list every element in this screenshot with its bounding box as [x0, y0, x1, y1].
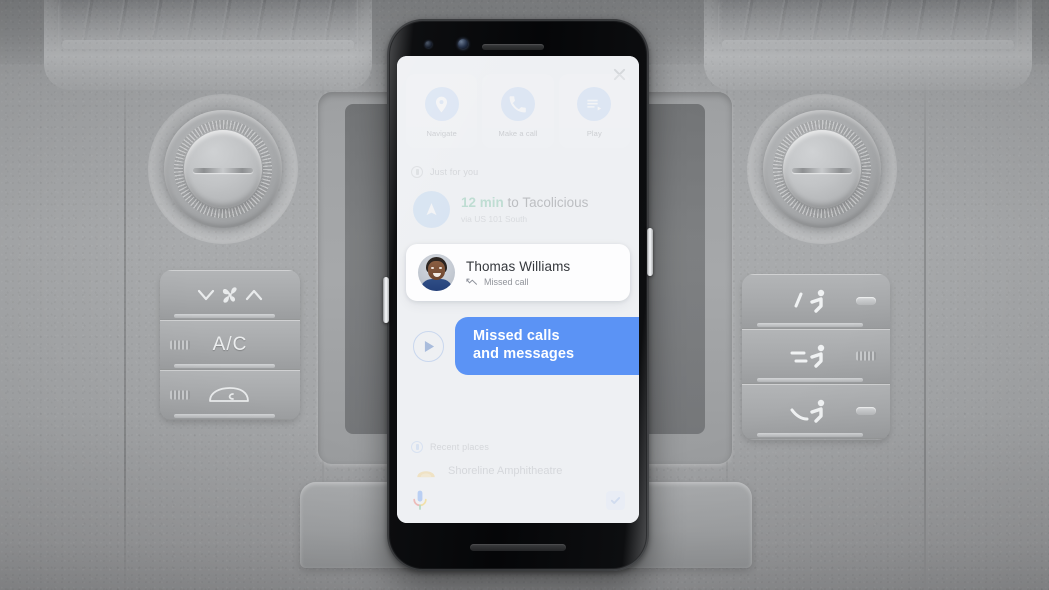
vent-mode-face-icon	[794, 289, 825, 313]
knob-face-right	[783, 130, 861, 208]
phone-icon	[500, 87, 535, 121]
vent-mode-face-feet-button[interactable]	[742, 329, 890, 384]
clock-icon	[411, 166, 423, 178]
phone-screen: Navigate Make a call Play Just for you 1…	[397, 56, 639, 523]
play-circle-icon[interactable]	[413, 330, 444, 362]
contact-status: Missed call	[466, 277, 570, 287]
quick-action-navigate-label: Navigate	[426, 129, 457, 138]
knob-indicator-right	[792, 168, 852, 174]
banner-line-1: Missed calls	[473, 328, 560, 344]
missed-call-icon	[466, 278, 477, 285]
vent-mode-button-stack	[742, 274, 890, 440]
bottom-speaker-grille	[470, 544, 566, 551]
map-pin-icon	[424, 87, 459, 121]
fan-control-button[interactable]	[160, 270, 300, 320]
list-item[interactable]: Shoreline Amphitheatre	[397, 456, 639, 478]
vent-mode-feet-icon	[790, 399, 825, 423]
knob-face-left	[184, 130, 262, 208]
eta-duration: 12 min	[461, 195, 504, 211]
just-for-you-header: Just for you	[397, 160, 639, 181]
car-dashboard-scene: A/C Navigate Make a call Play Just for y…	[0, 0, 1049, 590]
navigation-arrow-icon	[413, 191, 450, 228]
front-camera-primary-icon	[458, 39, 468, 49]
eta-destination: to Tacolicious	[507, 195, 589, 211]
quick-action-play-label: Play	[586, 129, 602, 138]
eta-line: 12 min to Tacolicious	[461, 195, 588, 211]
quick-action-navigate[interactable]: Navigate	[406, 74, 478, 148]
front-camera-secondary-icon	[425, 41, 432, 48]
recent-places-icon	[411, 441, 423, 453]
climate-knob-right[interactable]	[747, 94, 897, 244]
avatar-shirt	[420, 279, 453, 291]
missed-calls-banner[interactable]: Missed calls and messages	[455, 317, 639, 376]
quick-action-play[interactable]: Play	[558, 74, 630, 148]
contact-status-label: Missed call	[484, 276, 529, 287]
vent-mode-feet-lamp	[856, 407, 876, 415]
earpiece-speaker	[482, 44, 544, 50]
avatar	[418, 254, 455, 291]
vent-mode-feet-button[interactable]	[742, 384, 890, 439]
vent-mode-face-feet-lamp	[856, 351, 876, 361]
eta-suggestion-text: 12 min to Tacolicious via US 101 South	[461, 195, 588, 224]
climate-button-stack-left: A/C	[160, 270, 300, 420]
panel-seam-left	[124, 76, 126, 590]
quick-actions-row: Navigate Make a call Play	[397, 56, 639, 160]
assistant-panel: Navigate Make a call Play Just for you 1…	[397, 56, 639, 523]
ac-button-label: A/C	[212, 333, 248, 355]
missed-calls-banner-row: Missed calls and messages	[397, 301, 639, 389]
vent-mode-face-lamp	[856, 297, 876, 305]
eta-suggestion-row[interactable]: 12 min to Tacolicious via US 101 South	[397, 181, 639, 242]
just-for-you-label: Just for you	[430, 167, 479, 177]
assistant-spacer	[397, 389, 639, 435]
fan-control-icon	[197, 286, 263, 303]
power-button[interactable]	[647, 228, 653, 276]
ac-button[interactable]: A/C	[160, 320, 300, 370]
recirculate-button[interactable]	[160, 370, 300, 420]
contact-info: Thomas Williams Missed call	[466, 259, 570, 287]
recirculate-indicator-lamp	[170, 390, 190, 399]
ac-indicator-lamp	[170, 340, 190, 349]
climate-knob-left[interactable]	[148, 94, 298, 244]
keyboard-check-icon[interactable]	[606, 490, 625, 510]
quick-action-call-label: Make a call	[498, 129, 538, 138]
avatar-eye-left	[431, 267, 434, 269]
vent-mode-face-button[interactable]	[742, 274, 890, 329]
volume-rocker-button[interactable]	[383, 277, 389, 323]
assistant-input-bar	[397, 478, 639, 523]
avatar-face	[428, 261, 445, 280]
playlist-play-icon	[577, 87, 612, 121]
recent-places-label: Recent places	[430, 442, 489, 452]
recirculate-icon	[209, 386, 249, 402]
place-name: Shoreline Amphitheatre	[448, 465, 563, 477]
vent-mode-face-feet-icon	[790, 344, 825, 368]
contact-card[interactable]: Thomas Williams Missed call	[406, 244, 630, 301]
recent-places-header: Recent places	[397, 435, 639, 456]
amphitheatre-icon	[417, 471, 435, 478]
contact-name: Thomas Williams	[466, 258, 571, 274]
knob-indicator-left	[193, 168, 253, 174]
banner-line-2: and messages	[473, 345, 575, 362]
eta-route: via US 101 South	[461, 213, 528, 224]
avatar-eye-right	[439, 267, 442, 269]
smartphone: Navigate Make a call Play Just for you 1…	[383, 19, 653, 571]
assistant-mic-icon[interactable]	[413, 490, 427, 510]
quick-action-make-a-call[interactable]: Make a call	[482, 74, 554, 148]
panel-seam-right	[924, 76, 926, 590]
